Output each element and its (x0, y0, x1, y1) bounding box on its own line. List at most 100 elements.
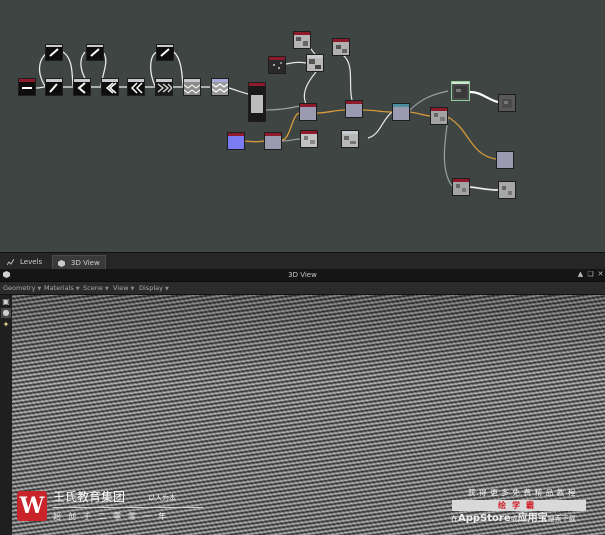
graph-node-n22[interactable] (392, 103, 410, 121)
node-thumbnail-icon (157, 83, 172, 93)
promo-download-line: 在AppStore或应用宝搜索下载 (451, 512, 576, 526)
link-n23-n15 (281, 112, 300, 141)
menu-label: Materials (44, 284, 74, 292)
node-thumbnail-icon (273, 62, 282, 69)
graph-node-n1[interactable] (18, 78, 36, 96)
node-thumbnail-icon (77, 82, 86, 94)
dropdown-arrow-icon: ▼ (104, 286, 109, 292)
graph-node-n28[interactable] (430, 107, 448, 125)
link-n16-n22 (362, 109, 393, 113)
link-n31-n26 (469, 90, 499, 104)
graph-node-n26[interactable] (498, 94, 516, 112)
link-n21-n22 (367, 111, 393, 139)
dropdown-arrow-icon: ▼ (37, 286, 42, 292)
node-thumbnail-icon (49, 48, 59, 57)
divider (53, 507, 203, 508)
node-thumbnail-icon (456, 184, 466, 192)
graph-node-n18[interactable] (293, 31, 311, 49)
promo-app: 应用宝 (517, 513, 548, 524)
promo-line: 获得更多免费精品教程 (468, 488, 579, 497)
dropdown-arrow-icon: ▼ (130, 286, 135, 292)
light-icon[interactable]: ✦ (1, 320, 11, 330)
graph-node-n29[interactable] (452, 178, 470, 196)
node-thumbnail-icon (251, 95, 263, 113)
menu-label: Geometry (3, 284, 36, 292)
graph-node-n30[interactable] (498, 181, 516, 199)
graph-node-n10[interactable] (45, 44, 63, 61)
link-n20-n16 (342, 54, 353, 101)
graph-node-n15[interactable] (299, 103, 317, 121)
watermark-right: 获得更多免费精品教程 绘学霸 在AppStore或应用宝搜索下载 (451, 487, 601, 533)
node-thumbnail-icon (304, 136, 315, 144)
menu-label: Scene (83, 284, 103, 292)
link-loop-a2 (62, 51, 74, 87)
pin-icon[interactable]: ▲ (577, 271, 584, 278)
node-thumbnail-icon (212, 83, 228, 93)
graph-node-n20[interactable] (332, 38, 350, 56)
node-thumbnail-icon (434, 113, 445, 121)
promo-store: AppStore (458, 513, 511, 524)
node-thumbnail-icon (184, 84, 200, 94)
link-n17-n19 (285, 61, 307, 65)
levels-icon (7, 259, 14, 266)
tab-levels[interactable]: Levels (2, 255, 48, 270)
link-n29-n30 (469, 186, 499, 191)
graph-node-n7[interactable] (183, 78, 201, 96)
graph-node-n21[interactable] (341, 130, 359, 148)
node-thumbnail-icon (49, 83, 58, 93)
graph-node-n14[interactable] (227, 132, 245, 150)
brand-logo: W (17, 491, 47, 521)
link-n22-n28 (409, 111, 431, 117)
graph-node-n11[interactable] (86, 44, 104, 61)
menu-materials[interactable]: Materials ▼ (44, 282, 80, 295)
restore-icon[interactable]: ❏ (587, 271, 594, 278)
link-n15-n16 (316, 109, 346, 114)
menu-geometry[interactable]: Geometry ▼ (3, 282, 41, 295)
panel-title-bar: 3D View ▲ ❏ ✕ (0, 269, 605, 282)
node-thumbnail-icon (296, 37, 308, 46)
menu-view[interactable]: View ▼ (113, 282, 134, 295)
node-thumbnail-icon (502, 186, 512, 195)
menu-label: View (113, 284, 129, 292)
tab-3d-view[interactable]: 3D View (52, 255, 106, 270)
graph-node-n19[interactable] (306, 54, 324, 72)
graph-node-n31[interactable] (451, 81, 470, 101)
graph-node-n12[interactable] (156, 44, 174, 61)
node-thumbnail-icon (90, 48, 100, 57)
graph-node-n17[interactable] (268, 56, 286, 74)
graph-node-n24[interactable] (300, 130, 318, 148)
node-thumbnail-icon (22, 87, 32, 89)
promo-badge: 绘学霸 (452, 500, 586, 511)
graph-node-n4[interactable] (101, 78, 119, 96)
graph-node-n13[interactable] (248, 82, 266, 122)
menu-scene[interactable]: Scene ▼ (83, 282, 109, 295)
graph-node-n5[interactable] (127, 78, 145, 96)
select-icon[interactable]: ● (1, 308, 11, 318)
close-icon[interactable]: ✕ (597, 271, 604, 278)
graph-node-n23[interactable] (264, 132, 282, 150)
graph-node-n16[interactable] (345, 100, 363, 118)
graph-node-n8[interactable] (211, 78, 229, 96)
node-thumbnail-icon (336, 45, 347, 53)
watermark-left: W 王氏教育集团 以人为本 始创于二零零一年 (17, 489, 207, 529)
graph-node-n27[interactable] (496, 151, 514, 169)
menu-label: Display (139, 284, 163, 292)
link-n28-n29 (443, 117, 453, 187)
promo-text: 在 (451, 515, 458, 523)
camera-icon[interactable]: ▣ (1, 297, 11, 307)
graph-node-n3[interactable] (73, 78, 91, 96)
app-window: Levels 3D View 3D View ▲ ❏ ✕ Geometry ▼ M… (0, 0, 605, 535)
link-n19-n15 (303, 71, 317, 105)
panel-title: 3D View (288, 271, 317, 279)
graph-node-n2[interactable] (45, 78, 63, 96)
graph-node-n6[interactable] (155, 78, 173, 96)
node-graph-canvas[interactable] (0, 0, 605, 252)
tab-label: Levels (20, 258, 43, 266)
viewport-menu-bar: Geometry ▼ Materials ▼ Scene ▼ View ▼ Displa… (0, 282, 605, 295)
brand-subtitle: 始创于二零零一年 (53, 512, 173, 521)
cube-icon (58, 260, 65, 267)
link-n13-n15 (265, 105, 301, 111)
node-thumbnail-icon (160, 48, 170, 57)
link-n8-n13 (228, 87, 249, 95)
menu-display[interactable]: Display ▼ (139, 282, 169, 295)
